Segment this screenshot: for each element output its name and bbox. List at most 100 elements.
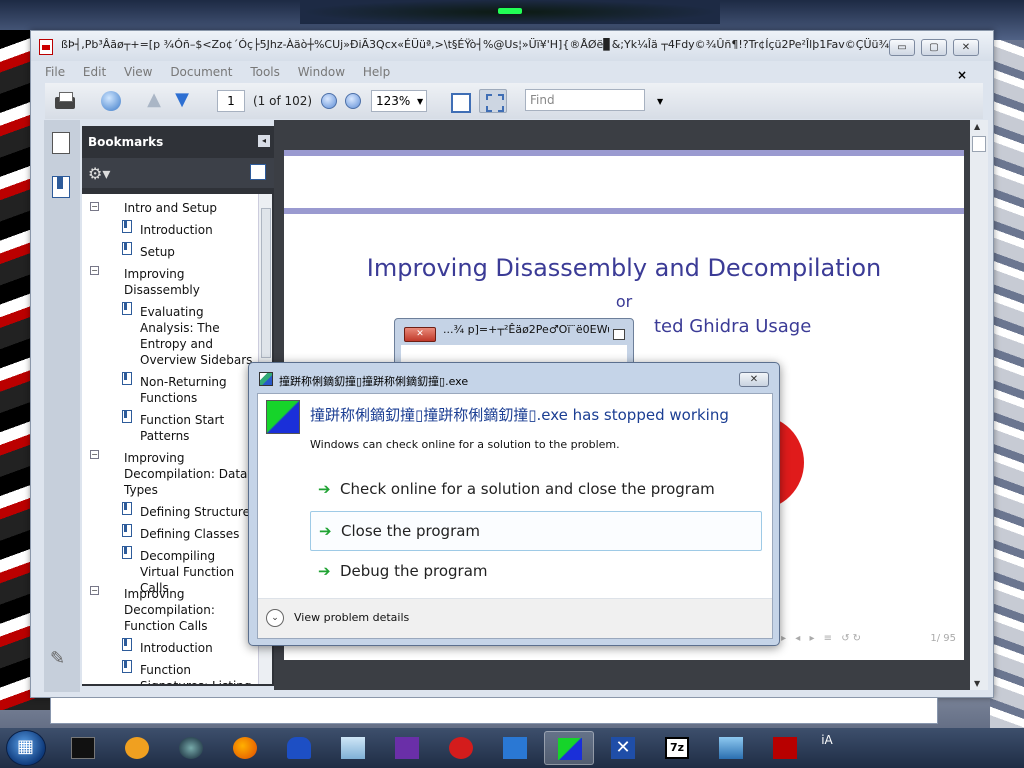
chevron-down-icon[interactable]: ⌄ [266,609,284,627]
bookmark-item[interactable]: Improving Decompilation: Function Calls [124,586,258,634]
beamer-navigation[interactable]: ◂ ▸ ◂ ▸ ≡ ↺↻ [767,633,864,644]
menu-window[interactable]: Window [298,61,345,83]
scroll-up-icon[interactable]: ▲ [974,122,980,131]
bookmark-item[interactable]: Non-Returning Functions [140,374,258,406]
acrobat-titlebar[interactable]: ßÞ┤,Pb³Âãø┬+=[p ¾Óñ–$<Zo¢´Óç├5Jhz-Àäò┼%C… [31,31,993,61]
close-program-option[interactable]: ➔ Close the program [310,511,762,551]
taskbar-malwarebytes[interactable] [274,731,324,765]
menu-tools[interactable]: Tools [250,61,280,83]
find-dropdown-icon[interactable]: ▼ [657,97,663,106]
scrollbar-thumb[interactable] [972,136,986,152]
bookmark-item[interactable]: Evaluating Analysis: The Entropy and Ove… [140,304,258,368]
collapse-panel-button[interactable]: ◂ [258,135,270,147]
green-arrow-icon: ➔ [318,480,331,498]
previous-page-icon[interactable]: ▲ [143,89,165,113]
zoom-dropdown-icon[interactable]: ▼ [417,97,423,106]
restore-icon[interactable] [613,329,625,340]
bookmark-icon [122,302,132,315]
collapse-toggle[interactable]: − [90,266,99,275]
bookmark-item[interactable]: Defining Structures [140,504,258,520]
taskbar-glass-app[interactable] [328,731,378,765]
bookmark-item[interactable]: Function Signatures: Listing [140,662,258,684]
minimize-button[interactable]: ▭ [889,39,915,56]
bookmark-icon [122,524,132,537]
taskbar-image-viewer[interactable] [706,731,756,765]
pdf-icon [39,39,53,55]
bookmark-item[interactable]: Introduction [140,640,258,656]
zoom-in-icon[interactable] [343,89,363,113]
taskbar-visual-studio[interactable] [382,731,432,765]
page-number-input[interactable]: 1 [217,90,245,112]
taskbar-terminal[interactable] [58,731,108,765]
system-tray[interactable] [930,732,1020,764]
taskbar-speed-app[interactable] [436,731,486,765]
close-window-button[interactable]: ✕ [953,39,979,56]
bookmark-icon [122,660,132,673]
option-label: Check online for a solution and close th… [340,480,715,498]
bookmark-item[interactable]: Intro and Setup [124,200,258,216]
collapse-toggle[interactable]: − [90,450,99,459]
menu-bar: File Edit View Document Tools Window Hel… [31,61,993,83]
bookmark-icon [122,220,132,233]
menu-edit[interactable]: Edit [83,61,106,83]
app-icon [259,372,273,386]
scrollbar-thumb[interactable] [261,208,271,358]
taskbar: ✕ 7z iA [0,728,1024,768]
zoom-out-icon[interactable] [319,89,339,113]
bookmark-item[interactable]: Defining Classes [140,526,258,542]
next-page-icon[interactable]: ▼ [171,89,193,113]
taskbar-acrobat[interactable] [760,731,810,765]
pages-panel-icon[interactable] [52,132,70,154]
bookmark-icon [122,410,132,423]
check-online-option[interactable]: ➔ Check online for a solution and close … [310,470,762,510]
menu-help[interactable]: Help [363,61,390,83]
bookmarks-title: Bookmarks [88,135,164,149]
new-bookmark-icon[interactable] [250,164,266,180]
window-title: ...¾ p]=+┬²Êäø2Pe♂Oï¨ë0EWu [443,323,609,336]
collapse-toggle[interactable]: − [90,202,99,211]
dialog-footer: ⌄ View problem details [258,598,772,638]
menu-document[interactable]: Document [170,61,232,83]
scroll-down-icon[interactable]: ▼ [974,679,980,688]
taskbar-media-player[interactable] [112,731,162,765]
dialog-close-button[interactable]: ✕ [739,372,769,387]
find-input[interactable]: Find [525,89,645,111]
bookmark-item[interactable]: Function Start Patterns [140,412,258,444]
document-scrollbar[interactable]: ▲ ▼ [970,120,988,690]
menu-file[interactable]: File [45,61,65,83]
page-count: (1 of 102) [253,94,313,108]
bookmark-item[interactable]: Improving Disassembly [124,266,258,298]
debug-program-option[interactable]: ➔ Debug the program [310,552,762,592]
bookmarks-panel-icon[interactable] [52,176,70,198]
taskbar-x-app[interactable]: ✕ [598,731,648,765]
printer-icon[interactable] [51,89,79,113]
dialog-titlebar[interactable]: 撞跰称俐鏑釖撞▯撞跰称俐鏑釖撞▯.exe ✕ [249,363,779,393]
tray-text: iA [821,733,833,747]
option-label: Debug the program [340,562,488,580]
paperclip-icon[interactable]: ✎ [50,648,65,669]
collaborate-icon[interactable] [97,89,125,113]
dialog-description: Windows can check online for a solution … [310,438,620,451]
close-button[interactable]: ✕ [404,327,436,342]
fit-width-icon[interactable] [479,89,507,113]
header-rule [284,208,964,214]
gear-icon[interactable]: ⚙▾ [88,164,110,183]
taskbar-7zip[interactable]: 7z [652,731,702,765]
taskbar-network-app[interactable] [490,731,540,765]
menu-view[interactable]: View [124,61,152,83]
bookmark-item[interactable]: Setup [140,244,258,260]
bookmarks-toolbar: ⚙▾ [82,158,274,188]
taskbar-firefox[interactable] [220,731,270,765]
fit-page-icon[interactable] [447,89,471,113]
restore-button[interactable]: ▢ [921,39,947,56]
taskbar-steam[interactable] [166,731,216,765]
bookmarks-list: − Intro and Setup Introduction Setup − I… [82,194,272,684]
bookmark-item[interactable]: Improving Decompilation: Data Types [124,450,258,498]
view-details-link[interactable]: View problem details [294,611,409,624]
bookmarks-panel: Bookmarks ◂ ⚙▾ − Intro and Setup Introdu… [82,126,274,686]
start-button[interactable] [6,730,46,766]
bookmark-item[interactable]: Introduction [140,222,258,238]
navigation-strip: ✎ [44,120,80,692]
collapse-toggle[interactable]: − [90,586,99,595]
taskbar-crashed-app[interactable] [544,731,594,765]
